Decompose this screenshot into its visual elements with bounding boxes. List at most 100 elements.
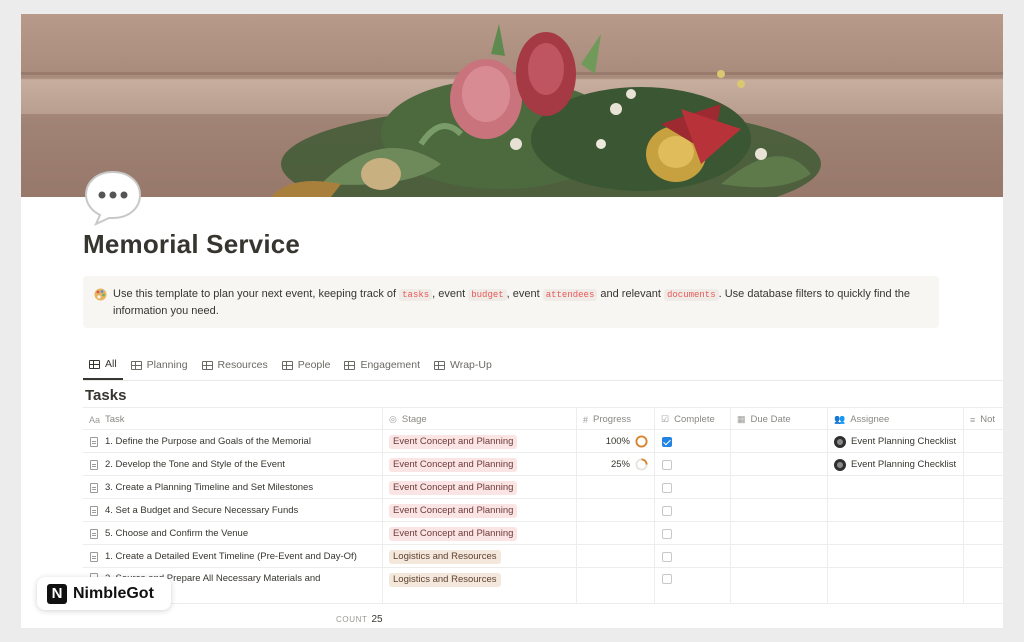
tabs-divider bbox=[83, 380, 1003, 381]
task-cell[interactable]: 1. Create a Detailed Event Timeline (Pre… bbox=[83, 545, 383, 568]
column-header-stage[interactable]: ◎ Stage bbox=[383, 408, 577, 431]
count-label: COUNT bbox=[336, 615, 368, 624]
tab-planning[interactable]: Planning bbox=[125, 356, 194, 380]
due-date-cell[interactable] bbox=[731, 568, 828, 604]
stage-cell[interactable]: Event Concept and Planning bbox=[383, 499, 577, 522]
complete-checkbox[interactable] bbox=[662, 482, 672, 493]
tab-wrap-up[interactable]: Wrap-Up bbox=[428, 356, 498, 380]
table-view-icon bbox=[130, 360, 142, 370]
progress-cell[interactable] bbox=[577, 545, 655, 568]
column-header-task[interactable]: Aa Task bbox=[83, 408, 383, 431]
stage-cell[interactable]: Event Concept and Planning bbox=[383, 453, 577, 476]
table-row[interactable]: 3. Create a Planning Timeline and Set Mi… bbox=[83, 476, 1003, 499]
progress-cell[interactable] bbox=[577, 476, 655, 499]
column-header-complete[interactable]: ☑ Complete bbox=[655, 408, 731, 431]
task-cell[interactable]: 4. Set a Budget and Secure Necessary Fun… bbox=[83, 499, 383, 522]
column-header-assignee[interactable]: 👥 Assignee bbox=[828, 408, 964, 431]
watermark-text: NimbleGot bbox=[73, 584, 154, 602]
stage-tag: Event Concept and Planning bbox=[389, 434, 518, 449]
assignee-cell[interactable] bbox=[828, 568, 964, 604]
status-property-icon: ◎ bbox=[389, 414, 397, 424]
assignee-cell[interactable] bbox=[828, 499, 964, 522]
stage-tag: Logistics and Resources bbox=[389, 573, 501, 587]
callout-text-part: Use this template to plan your next even… bbox=[113, 288, 400, 300]
table-row[interactable]: 4. Set a Budget and Secure Necessary Fun… bbox=[83, 499, 1003, 522]
database-title[interactable]: Tasks bbox=[85, 387, 126, 404]
table-row[interactable]: 2. Source and Prepare All Necessary Mate… bbox=[83, 568, 1003, 604]
column-header-progress[interactable]: # Progress bbox=[577, 408, 655, 431]
nimblegot-logo-icon: N bbox=[47, 583, 67, 604]
assignee-cell[interactable] bbox=[828, 476, 964, 499]
stage-cell[interactable]: Logistics and Resources bbox=[383, 545, 577, 568]
page-title[interactable]: Memorial Service bbox=[83, 229, 300, 260]
stage-cell[interactable]: Event Concept and Planning bbox=[383, 522, 577, 545]
table-row[interactable]: 1. Define the Purpose and Goals of the M… bbox=[83, 430, 1003, 453]
table-view-icon bbox=[281, 360, 293, 370]
inline-code-budget: budget bbox=[468, 289, 507, 301]
table-row[interactable]: 5. Choose and Confirm the Venue Event Co… bbox=[83, 522, 1003, 545]
progress-cell[interactable]: 25% bbox=[577, 453, 655, 476]
notes-cell[interactable] bbox=[964, 499, 1003, 522]
assignee-cell[interactable]: Event Planning Checklist bbox=[828, 453, 964, 476]
due-date-cell[interactable] bbox=[731, 453, 828, 476]
paint-palette-icon bbox=[94, 288, 107, 301]
page-icon bbox=[90, 505, 98, 516]
progress-cell[interactable] bbox=[577, 522, 655, 545]
column-header-due-date[interactable]: ▦ Due Date bbox=[731, 408, 828, 431]
task-cell[interactable]: 3. Create a Planning Timeline and Set Mi… bbox=[83, 476, 383, 499]
complete-checkbox[interactable] bbox=[662, 574, 672, 584]
task-title: 3. Create a Planning Timeline and Set Mi… bbox=[105, 482, 314, 493]
notes-cell[interactable] bbox=[964, 522, 1003, 545]
progress-cell[interactable] bbox=[577, 499, 655, 522]
column-header-label: Not bbox=[980, 414, 996, 425]
stage-tag: Event Concept and Planning bbox=[389, 503, 518, 518]
due-date-cell[interactable] bbox=[731, 476, 828, 499]
callout-block[interactable]: Use this template to plan your next even… bbox=[83, 276, 939, 328]
due-date-cell[interactable] bbox=[731, 499, 828, 522]
task-cell[interactable]: 1. Define the Purpose and Goals of the M… bbox=[83, 430, 383, 453]
assignee-cell[interactable]: Event Planning Checklist bbox=[828, 430, 964, 453]
column-header-notes[interactable]: ≡ Not bbox=[964, 408, 1003, 431]
callout-text-part: , event bbox=[506, 288, 543, 300]
notes-cell[interactable] bbox=[964, 476, 1003, 499]
complete-cell bbox=[655, 499, 731, 522]
progress-cell[interactable] bbox=[577, 568, 655, 604]
tab-resources[interactable]: Resources bbox=[196, 356, 274, 380]
due-date-cell[interactable] bbox=[731, 545, 828, 568]
tab-all[interactable]: All bbox=[83, 356, 123, 380]
stage-cell[interactable]: Event Concept and Planning bbox=[383, 430, 577, 453]
stage-cell[interactable]: Logistics and Resources bbox=[383, 568, 577, 604]
tab-people[interactable]: People bbox=[276, 356, 337, 380]
complete-cell bbox=[655, 545, 731, 568]
tab-engagement[interactable]: Engagement bbox=[338, 356, 426, 380]
complete-checkbox[interactable] bbox=[662, 528, 672, 539]
cover-image[interactable] bbox=[21, 14, 1003, 197]
stage-cell[interactable]: Event Concept and Planning bbox=[383, 476, 577, 499]
progress-ring-icon bbox=[635, 458, 648, 471]
view-tabs: All Planning Resources People Engagement… bbox=[83, 356, 500, 380]
complete-checkbox[interactable] bbox=[662, 436, 672, 447]
avatar bbox=[834, 458, 846, 471]
complete-checkbox[interactable] bbox=[662, 505, 672, 516]
assignee-cell[interactable] bbox=[828, 522, 964, 545]
table-row[interactable]: 1. Create a Detailed Event Timeline (Pre… bbox=[83, 545, 1003, 568]
tab-label: Resources bbox=[217, 359, 268, 371]
due-date-cell[interactable] bbox=[731, 522, 828, 545]
due-date-cell[interactable] bbox=[731, 430, 828, 453]
progress-ring-icon bbox=[635, 435, 648, 448]
task-cell[interactable]: 5. Choose and Confirm the Venue bbox=[83, 522, 383, 545]
notes-cell[interactable] bbox=[964, 545, 1003, 568]
notes-cell[interactable] bbox=[964, 453, 1003, 476]
text-lines-icon: ≡ bbox=[970, 414, 976, 425]
stage-tag: Event Concept and Planning bbox=[389, 480, 518, 495]
complete-checkbox[interactable] bbox=[662, 459, 672, 470]
assignee-cell[interactable] bbox=[828, 545, 964, 568]
task-cell[interactable]: 2. Develop the Tone and Style of the Eve… bbox=[83, 453, 383, 476]
inline-code-documents: documents bbox=[664, 289, 719, 301]
notes-cell[interactable] bbox=[964, 430, 1003, 453]
complete-checkbox[interactable] bbox=[662, 551, 672, 562]
notes-cell[interactable] bbox=[964, 568, 1003, 604]
speech-bubble-icon[interactable] bbox=[82, 166, 144, 228]
progress-cell[interactable]: 100% bbox=[577, 430, 655, 453]
table-row[interactable]: 2. Develop the Tone and Style of the Eve… bbox=[83, 453, 1003, 476]
